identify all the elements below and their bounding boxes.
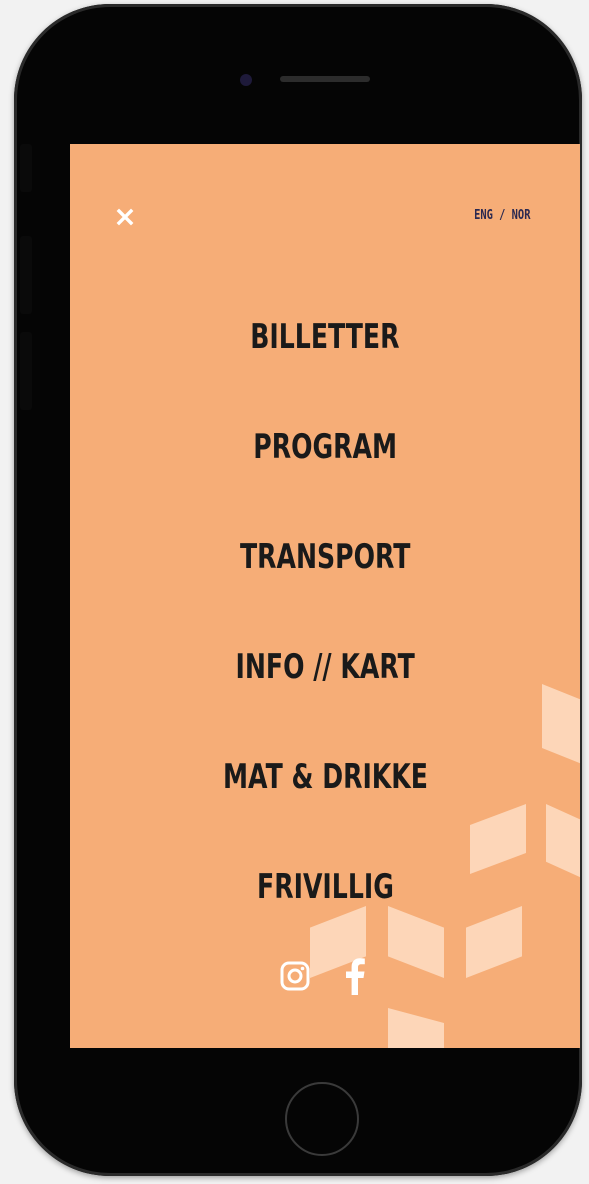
mute-switch	[20, 144, 32, 192]
menu-item-transport[interactable]: TRANSPORT	[240, 540, 410, 650]
close-button[interactable]	[110, 202, 140, 232]
menu-item-program[interactable]: PROGRAM	[253, 430, 397, 540]
menu-item-info-kart[interactable]: INFO // KART	[235, 650, 414, 760]
close-icon	[116, 208, 134, 226]
facebook-icon	[346, 958, 365, 995]
instagram-link[interactable]	[278, 956, 312, 996]
volume-down-button	[20, 332, 32, 410]
facebook-link[interactable]	[338, 956, 372, 996]
social-links	[70, 956, 580, 996]
language-switcher: ENG / NOR	[474, 208, 530, 223]
app-screen: ENG / NOR BILLETTER PROGRAM TRANSPORT IN…	[70, 144, 580, 1048]
menu-item-mat-drikke[interactable]: MAT & DRIKKE	[223, 760, 428, 870]
earpiece-speaker	[280, 76, 370, 82]
front-camera	[240, 74, 252, 86]
instagram-icon	[280, 961, 310, 991]
lang-nor-link[interactable]: NOR	[511, 208, 530, 223]
home-button[interactable]	[285, 1082, 359, 1156]
volume-up-button	[20, 236, 32, 314]
menu-item-billetter[interactable]: BILLETTER	[250, 320, 399, 430]
main-menu: BILLETTER PROGRAM TRANSPORT INFO // KART…	[70, 320, 580, 980]
lang-eng-link[interactable]: ENG	[474, 208, 493, 223]
phone-frame: ENG / NOR BILLETTER PROGRAM TRANSPORT IN…	[14, 4, 582, 1176]
lang-separator: /	[492, 208, 512, 223]
